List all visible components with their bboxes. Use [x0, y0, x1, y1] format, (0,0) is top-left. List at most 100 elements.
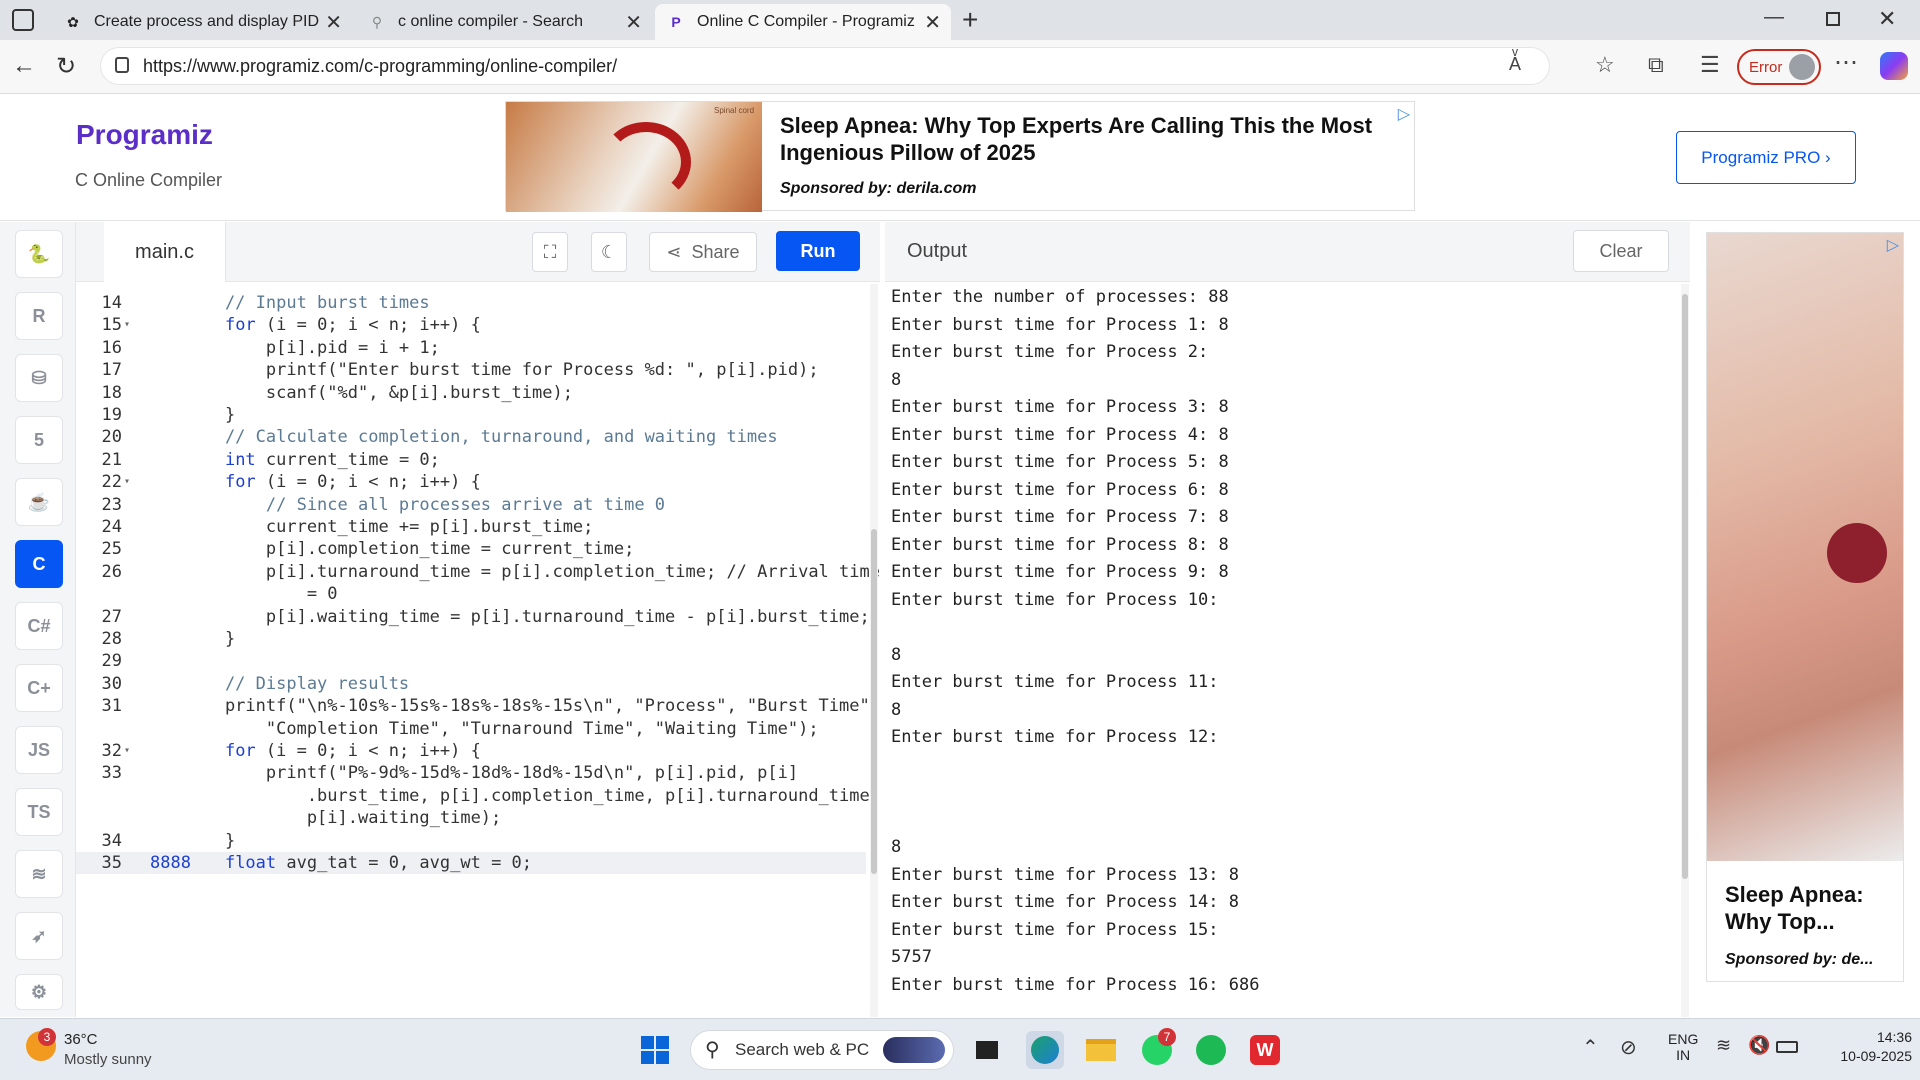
html-lang-icon[interactable]: 5	[15, 416, 63, 464]
network-icon[interactable]: ⊘	[1620, 1035, 1637, 1060]
code-area[interactable]: 14 // Input burst times 15 ▾ for (i = 0; i…	[76, 284, 880, 1017]
code-line[interactable]: 17 printf("Enter burst time for Process …	[76, 359, 866, 381]
url-field[interactable]: https://www.programiz.com/c-programming/…	[100, 47, 1615, 85]
edge-browser-icon[interactable]	[1026, 1031, 1064, 1069]
favorites-icon[interactable]: ☰	[1700, 52, 1720, 78]
close-icon[interactable]: ✕	[924, 10, 941, 35]
weather-temp[interactable]: 36°C	[64, 1031, 98, 1048]
code-line[interactable]: 30 // Display results	[76, 673, 866, 695]
refresh-icon[interactable]: ↻	[56, 52, 76, 81]
code-line[interactable]: 22 ▾ for (i = 0; i < n; i++) {	[76, 471, 866, 493]
share-button[interactable]: ⋖ Share	[649, 232, 757, 272]
programiz-logo[interactable]: Programiz	[76, 119, 213, 151]
fold-arrow-icon[interactable]: ▾	[124, 740, 130, 762]
sql-database-icon[interactable]: ⛁	[15, 354, 63, 402]
wifi-icon[interactable]: ≋	[1716, 1035, 1731, 1056]
code-line[interactable]: p[i].waiting_time);	[76, 807, 866, 829]
new-tab-button[interactable]: +	[962, 4, 978, 36]
code-line[interactable]: .burst_time, p[i].completion_time, p[i].…	[76, 785, 880, 807]
clear-button[interactable]: Clear	[1573, 230, 1669, 272]
code-line[interactable]: 16 p[i].pid = i + 1;	[76, 337, 866, 359]
code-line[interactable]: 25 p[i].completion_time = current_time;	[76, 538, 866, 560]
code-line[interactable]: 29	[76, 650, 866, 672]
tab-chatgpt[interactable]: ✿ Create process and display PID ✕	[52, 4, 352, 40]
code-line[interactable]: 26 p[i].turnaround_time = p[i].completio…	[76, 561, 880, 583]
battery-icon[interactable]	[1776, 1041, 1798, 1053]
code-line[interactable]: 34 }	[76, 830, 866, 852]
more-menu-icon[interactable]: ⋯	[1834, 48, 1858, 77]
volume-muted-icon[interactable]: 🔇	[1748, 1035, 1770, 1056]
minimize-button[interactable]: —	[1764, 6, 1784, 29]
ts-lang-icon[interactable]: TS	[15, 788, 63, 836]
banner-ad[interactable]: Spinal cord Sleep Apnea: Why Top Experts…	[505, 101, 1415, 212]
go-lang-icon[interactable]: ≋	[15, 850, 63, 898]
line-number: 30	[101, 673, 122, 694]
maximize-button[interactable]	[1826, 12, 1840, 26]
code-line[interactable]: 24 current_time += p[i].burst_time;	[76, 516, 866, 538]
swift-lang-icon[interactable]: ➶	[15, 912, 63, 960]
copilot-icon[interactable]	[1880, 52, 1908, 80]
fold-arrow-icon[interactable]: ▾	[124, 314, 130, 336]
code-line[interactable]: 18 scanf("%d", &p[i].burst_time);	[76, 382, 866, 404]
profile-error-button[interactable]: Error	[1737, 49, 1821, 85]
python-lang-icon[interactable]: 🐍	[15, 230, 63, 278]
code-text: printf("P%-9d%-15d%-18d%-18d%-15d\n", p[…	[184, 763, 799, 784]
fold-arrow-icon[interactable]: ▾	[124, 471, 130, 493]
code-line[interactable]: 19 }	[76, 404, 866, 426]
code-line[interactable]: 28 }	[76, 628, 866, 650]
wps-office-icon[interactable]: W	[1246, 1031, 1284, 1069]
language-indicator[interactable]: ENG IN	[1668, 1031, 1698, 1063]
close-icon[interactable]: ✕	[625, 10, 642, 35]
back-icon[interactable]: ←	[12, 52, 36, 80]
code-line[interactable]: 23 // Since all processes arrive at time…	[76, 494, 866, 516]
editor-scroll-thumb[interactable]	[871, 529, 877, 874]
favorite-star-icon[interactable]: ☆	[1595, 52, 1615, 78]
adchoices-icon[interactable]: ▷	[1398, 104, 1410, 124]
dark-mode-moon-icon[interactable]: ☾	[591, 232, 627, 272]
rust-lang-icon[interactable]: ⚙	[15, 974, 63, 1010]
ad-headline[interactable]: Sleep Apnea: Why Top Experts Are Calling…	[780, 112, 1390, 166]
run-button[interactable]: Run	[776, 231, 860, 271]
csharp-lang-icon[interactable]: C#	[15, 602, 63, 650]
spotify-icon[interactable]	[1192, 1031, 1230, 1069]
code-line[interactable]: 14 // Input burst times	[76, 292, 866, 314]
code-line[interactable]: "Completion Time", "Turnaround Time", "W…	[76, 718, 866, 740]
code-line[interactable]: 21 int current_time = 0;	[76, 449, 866, 471]
file-explorer-icon[interactable]	[1082, 1031, 1120, 1069]
extensions-icon[interactable]: ⧉	[1648, 52, 1664, 78]
js-lang-icon[interactable]: JS	[15, 726, 63, 774]
code-line[interactable]: 15 ▾ for (i = 0; i < n; i++) {	[76, 314, 866, 336]
output-console[interactable]: Enter the number of processes: 88 Enter b…	[891, 284, 1681, 999]
read-aloud-icon[interactable]: Aͮ	[1509, 54, 1521, 75]
tab-search[interactable]: ⚲ c online compiler - Search ✕	[356, 4, 652, 40]
r-lang-icon[interactable]: R	[15, 292, 63, 340]
output-scrollbar[interactable]	[1681, 284, 1689, 1017]
chevron-up-icon[interactable]: ⌃	[1582, 1035, 1599, 1060]
file-tab-main-c[interactable]: main.c	[104, 222, 226, 282]
editor-scrollbar[interactable]	[870, 284, 878, 1017]
clock[interactable]: 14:36 10-09-2025	[1812, 1029, 1912, 1064]
tab-programiz[interactable]: P Online C Compiler - Programiz ✕	[655, 4, 951, 40]
java-lang-icon[interactable]: ☕	[15, 478, 63, 526]
code-line[interactable]: 20 // Calculate completion, turnaround, …	[76, 426, 866, 448]
code-line[interactable]: 27 p[i].waiting_time = p[i].turnaround_t…	[76, 606, 870, 628]
code-line[interactable]: 33 printf("P%-9d%-15d%-18d%-18d%-15d\n",…	[76, 762, 866, 784]
code-line[interactable]: = 0	[76, 583, 866, 605]
task-view-icon[interactable]	[968, 1031, 1006, 1069]
side-ad[interactable]: ▷ Sleep Apnea: Why Top... Sponsored by: …	[1706, 232, 1904, 982]
site-info-icon[interactable]	[115, 57, 129, 73]
code-line[interactable]: 32 ▾ for (i = 0; i < n; i++) {	[76, 740, 866, 762]
output-scroll-thumb[interactable]	[1682, 294, 1688, 879]
fullscreen-icon[interactable]: ⛶	[532, 232, 568, 272]
window-close-button[interactable]: ✕	[1878, 6, 1896, 32]
cpp-lang-icon[interactable]: C+	[15, 664, 63, 712]
adchoices-icon[interactable]: ▷	[1887, 235, 1899, 255]
taskbar-search-box[interactable]: ⚲ Search web & PC	[690, 1030, 954, 1070]
programiz-pro-button[interactable]: Programiz PRO ›	[1676, 131, 1856, 184]
code-line[interactable]: 35 8888 float avg_tat = 0, avg_wt = 0;	[76, 852, 866, 874]
close-icon[interactable]: ✕	[325, 10, 342, 35]
code-line[interactable]: 31 printf("\n%-10s%-15s%-18s%-18s%-15s\n…	[76, 695, 880, 717]
c-lang-icon[interactable]: C	[15, 540, 63, 588]
windows-start-icon[interactable]	[636, 1031, 674, 1069]
tab-actions-icon[interactable]	[12, 9, 34, 31]
